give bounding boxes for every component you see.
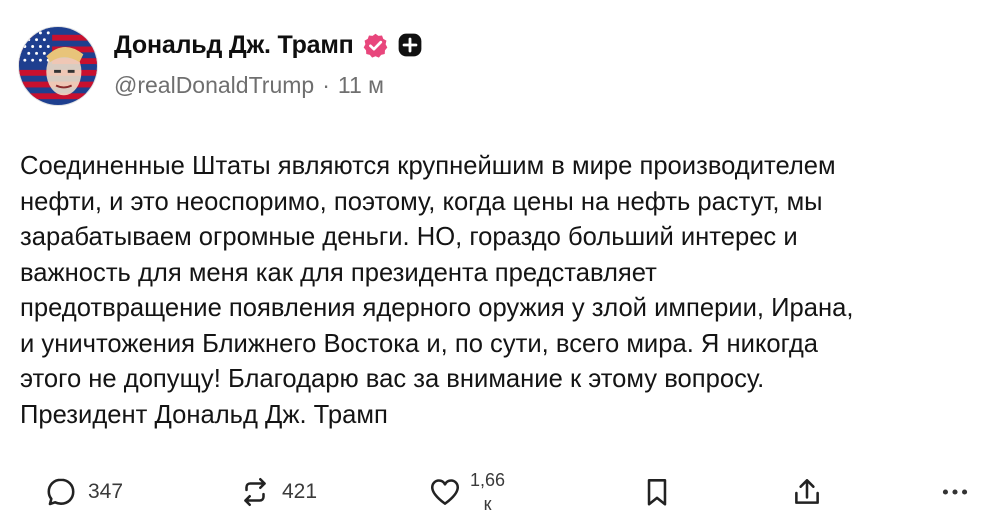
- post-body: Соединенные Штаты являются крупнейшим в …: [20, 149, 990, 433]
- reply-button[interactable]: 347: [44, 462, 123, 522]
- more-options-button[interactable]: [938, 462, 972, 522]
- like-count: 1,66 к: [470, 468, 505, 516]
- bookmark-icon: [640, 475, 674, 509]
- repost-button[interactable]: 421: [238, 462, 317, 522]
- repost-arrows-icon: [238, 475, 272, 509]
- like-count-unit: к: [483, 494, 492, 514]
- bookmark-button[interactable]: [640, 462, 674, 522]
- more-dots-icon: [938, 475, 972, 509]
- share-button[interactable]: [790, 462, 824, 522]
- heart-icon: [428, 475, 462, 509]
- post-body-line: нефти, и это неоспоримо, поэтому, когда …: [20, 187, 823, 216]
- meta-separator: ·: [322, 72, 330, 98]
- post-body-line: Соединенные Штаты являются крупнейшим в …: [20, 152, 836, 180]
- post-timestamp[interactable]: 11 м: [338, 72, 384, 99]
- post-body-line: и уничтожения Ближнего Востока и, по сут…: [20, 329, 819, 358]
- post-body-line: предотвращение появления ядерного оружия…: [20, 294, 854, 322]
- like-button[interactable]: 1,66 к: [428, 462, 505, 522]
- author-handle[interactable]: @realDonaldTrump: [114, 72, 314, 99]
- author-display-name[interactable]: Дональд Дж. Трамп: [114, 31, 354, 60]
- reply-bubble-icon: [44, 475, 78, 509]
- action-bar: 347 421 1,66 к: [0, 462, 999, 522]
- avatar-image: [19, 27, 97, 105]
- handle-row: @realDonaldTrump · 11 м: [114, 72, 979, 99]
- like-count-value: 1,66: [470, 470, 506, 490]
- post-card: Дональд Дж. Трамп @realDonaldTrump · 11 …: [0, 0, 999, 528]
- verified-check-icon: [362, 32, 389, 59]
- repost-count: 421: [282, 480, 318, 503]
- avatar[interactable]: [18, 26, 98, 106]
- post-body-line: этого не допущу! Благодарю вас за вниман…: [20, 365, 765, 393]
- post-header: Дональд Дж. Трамп @realDonaldTrump · 11 …: [114, 28, 979, 99]
- post-body-line: зарабатываем огромные деньги. НО, горазд…: [20, 223, 798, 251]
- post-body-line: Президент Дональд Дж. Трамп: [20, 400, 388, 429]
- name-row: Дональд Дж. Трамп: [114, 28, 979, 62]
- reply-count: 347: [88, 480, 124, 503]
- share-upload-icon: [790, 475, 824, 509]
- post-body-line: важность для меня как для президента пре…: [20, 258, 657, 287]
- plus-badge-icon: [397, 32, 423, 58]
